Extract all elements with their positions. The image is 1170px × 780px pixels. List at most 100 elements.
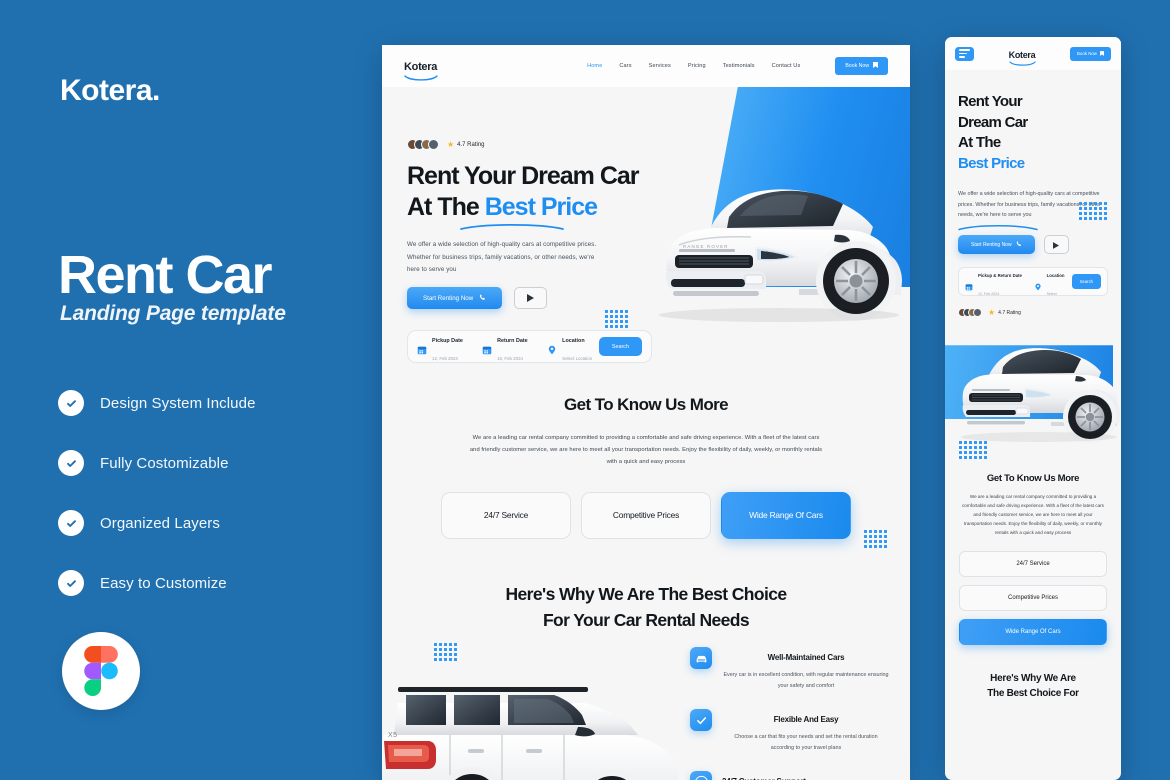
hero-cta-group: Start Renting Now xyxy=(958,235,1108,255)
pill-competitive-prices[interactable]: Competitive Prices xyxy=(959,584,1107,611)
hero-heading-accent: Best Price xyxy=(484,192,598,221)
feature-well-maintained-cars: Well-Maintained Cars Every car is in exc… xyxy=(690,647,890,691)
play-icon xyxy=(1053,236,1060,254)
calendar-icon xyxy=(417,342,427,354)
hero-heading-line2: At The Best Price xyxy=(407,192,598,221)
list-item: Design System Include xyxy=(58,388,358,418)
search-button[interactable]: Search xyxy=(1071,274,1101,290)
hero-heading-line2: Dream Car xyxy=(958,113,1028,131)
nav-item-pricing[interactable]: Pricing xyxy=(688,63,706,69)
page-subtitle: Landing Page template xyxy=(60,302,286,325)
feature-column: Well-Maintained Cars Every car is in exc… xyxy=(690,647,890,780)
search-button[interactable]: Search xyxy=(598,337,642,356)
nav-item-services[interactable]: Services xyxy=(649,63,671,69)
feature-title: Flexible And Easy xyxy=(773,715,839,725)
logo-swoosh-icon xyxy=(404,69,438,87)
start-renting-now-button[interactable]: Start Renting Now xyxy=(958,235,1035,255)
mobile-get-to-know-section: Get To Know Us More We are a leading car… xyxy=(945,473,1121,645)
feature-flexible-and-easy: Flexible And Easy Choose a car that fits… xyxy=(690,709,890,753)
avatar xyxy=(973,308,982,318)
hero-car-image xyxy=(961,348,1120,444)
hero-heading: Rent Your Dream Car At The Best Price xyxy=(407,161,640,222)
field-label: Pickup Date xyxy=(432,337,463,344)
best-heading-line1: Here's Why We Are xyxy=(990,672,1076,684)
best-choice-car-image: X5 xyxy=(382,687,679,780)
bookmark-icon xyxy=(873,62,878,70)
site-logo[interactable]: Kotera xyxy=(404,57,438,81)
mobile-hero-rating: ★ 4.7 Rating xyxy=(958,307,1108,318)
check-circle-icon xyxy=(58,390,84,416)
mobile-hero-section: Rent Your Dream Car At The Best Price We… xyxy=(945,70,1121,297)
hero-heading-line3: At The xyxy=(958,134,1001,152)
book-now-button[interactable]: Book Now xyxy=(835,57,888,75)
list-item-label: Design System Include xyxy=(100,394,256,412)
location-field[interactable]: Location Select xyxy=(1034,264,1072,300)
calendar-icon xyxy=(965,278,973,291)
play-video-button[interactable] xyxy=(1043,235,1069,255)
field-label: Location xyxy=(562,337,585,344)
brand-logo: Kotera. xyxy=(60,74,160,107)
pickup-return-date-field[interactable]: Pickup & Return Date 12, Feb 2024 xyxy=(965,264,1034,300)
mobile-mockup: Kotera Book Now Rent Your Dream Car At T… xyxy=(945,37,1121,780)
nav-item-testimonials[interactable]: Testimonials xyxy=(723,63,755,69)
section-heading: Here's Why We Are The Best Choice For xyxy=(957,671,1109,702)
hero-paragraph: We offer a wide selection of high-qualit… xyxy=(407,241,597,274)
section-paragraph: We are a leading car rental company comm… xyxy=(469,435,823,466)
location-field[interactable]: Location Select Location xyxy=(547,329,599,365)
hero-heading-line1: Rent Your xyxy=(958,93,1023,110)
nav-item-home[interactable]: Home xyxy=(587,63,602,69)
heading-underline-icon xyxy=(958,218,1038,236)
hero-rating: ★ 4.7 Rating xyxy=(407,139,485,150)
pill-24-7-service[interactable]: 24/7 Service xyxy=(441,491,571,539)
section-heading: Get To Know Us More xyxy=(986,473,1080,485)
nav-item-contact-us[interactable]: Contact Us xyxy=(772,63,801,69)
hero-car-image: RANGE ROVER xyxy=(659,189,902,322)
hero-cta-group: Start Renting Now xyxy=(407,287,548,309)
start-renting-now-button[interactable]: Start Renting Now xyxy=(407,287,503,309)
pickup-date-field[interactable]: Pickup Date 12, Feb 2024 xyxy=(417,329,482,365)
page-title: Rent Car xyxy=(58,245,273,305)
list-item-label: Fully Costomizable xyxy=(100,454,229,472)
pill-competitive-prices[interactable]: Competitive Prices xyxy=(581,491,711,539)
pill-wide-range-of-cars[interactable]: Wide Range Of Cars xyxy=(721,491,851,539)
left-promo-panel: Kotera. Rent Car Landing Page template D… xyxy=(0,0,382,780)
site-logo[interactable]: Kotera xyxy=(1009,45,1036,66)
nav-item-cars[interactable]: Cars xyxy=(619,63,631,69)
map-pin-icon xyxy=(1034,278,1042,291)
play-video-button[interactable] xyxy=(514,287,548,309)
rating-label: ★ 4.7 Rating xyxy=(988,307,1021,317)
support-24-7-icon: 24/7 xyxy=(690,771,712,780)
mobile-best-choice-section: Here's Why We Are The Best Choice For xyxy=(945,671,1121,702)
booking-search-bar[interactable]: Pickup & Return Date 12, Feb 2024 Locati… xyxy=(958,267,1108,297)
check-icon xyxy=(690,709,712,732)
star-icon: ★ xyxy=(447,139,455,149)
field-value: Select xyxy=(1046,291,1057,296)
feature-list: Design System Include Fully Costomizable… xyxy=(58,388,358,628)
field-label: Return Date xyxy=(497,337,528,344)
dot-grid-decoration xyxy=(1079,202,1107,220)
dot-grid-decoration xyxy=(605,310,628,328)
return-date-field[interactable]: Return Date 16, Feb 2024 xyxy=(482,329,547,365)
best-choice-section: Here's Why We Are The Best Choice For Yo… xyxy=(382,581,910,780)
pill-24-7-service[interactable]: 24/7 Service xyxy=(959,550,1107,577)
star-icon: ★ xyxy=(988,307,996,317)
phone-icon xyxy=(479,294,486,303)
heading-underline-icon xyxy=(460,218,564,236)
feature-text: Choose a car that fits your needs and se… xyxy=(734,734,878,751)
pill-wide-range-of-cars[interactable]: Wide Range Of Cars xyxy=(959,618,1107,645)
avatar xyxy=(428,139,439,150)
section-heading: Get To Know Us More xyxy=(564,395,729,414)
hero-heading-line1: Rent Your Dream Car xyxy=(407,162,640,190)
list-item: Organized Layers xyxy=(58,508,358,538)
book-now-button[interactable]: Book Now xyxy=(1069,46,1111,61)
play-icon xyxy=(527,289,535,307)
desktop-navbar: Kotera Home Cars Services Pricing Testim… xyxy=(382,45,910,87)
field-value: Select Location xyxy=(562,355,593,361)
hamburger-menu-icon[interactable] xyxy=(955,46,974,61)
field-value: 12, Feb 2024 xyxy=(432,355,458,361)
feature-text: Every car is in excellent condition, wit… xyxy=(723,672,889,689)
check-circle-icon xyxy=(58,450,84,476)
booking-search-bar[interactable]: Pickup Date 12, Feb 2024 Return Date 16,… xyxy=(407,330,652,363)
dot-grid-decoration xyxy=(864,530,887,548)
svg-text:RANGE ROVER: RANGE ROVER xyxy=(683,244,729,249)
